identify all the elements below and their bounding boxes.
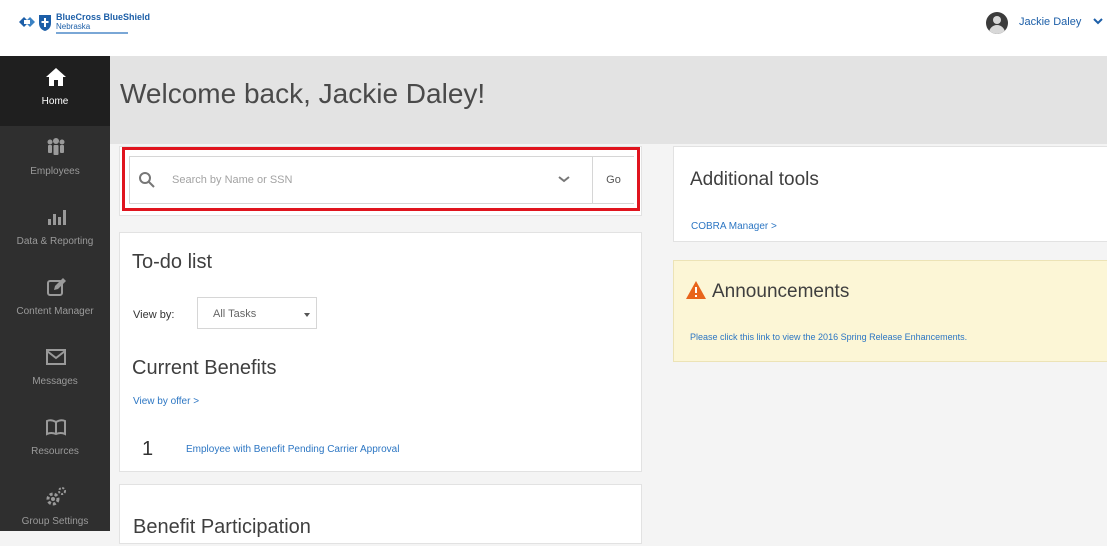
sidebar-item-label: Content Manager xyxy=(16,306,94,317)
benefit-participation-card: Benefit Participation xyxy=(119,484,642,544)
view-by-select[interactable]: All Tasks xyxy=(197,297,317,329)
sidebar-item-resources[interactable]: Resources xyxy=(0,406,110,476)
sidebar-item-label: Data & Reporting xyxy=(16,236,94,247)
avatar xyxy=(986,12,1008,34)
people-icon xyxy=(47,138,65,155)
announcements-card: Announcements Please click this link to … xyxy=(673,260,1107,362)
search-box: Go xyxy=(129,156,634,204)
bar-chart-icon xyxy=(48,210,66,225)
sidebar-item-content-manager[interactable]: Content Manager xyxy=(0,266,110,336)
chevron-down-icon xyxy=(1093,18,1103,25)
pencil-icon xyxy=(47,278,66,296)
caret-down-icon xyxy=(304,313,310,317)
sidebar-item-employees[interactable]: Employees xyxy=(0,126,110,196)
top-bar: BlueCross BlueShield Nebraska Jackie Dal… xyxy=(0,0,1107,56)
go-button[interactable]: Go xyxy=(592,157,634,203)
sidebar-item-data-reporting[interactable]: Data & Reporting xyxy=(0,196,110,266)
warning-icon xyxy=(686,281,706,299)
sidebar-item-label: Group Settings xyxy=(21,516,89,527)
announcements-title: Announcements xyxy=(712,281,850,302)
sidebar-item-home[interactable]: Home xyxy=(0,56,110,126)
pending-count: 1 xyxy=(142,438,154,460)
sidebar: Home Employees Data & Reporting Content … xyxy=(0,56,110,531)
pending-approval-link[interactable]: Employee with Benefit Pending Carrier Ap… xyxy=(186,444,399,455)
search-icon xyxy=(139,172,155,188)
todo-card: To-do list View by: All Tasks Current Be… xyxy=(119,232,642,472)
chevron-down-icon[interactable] xyxy=(558,173,570,185)
brand-tagline-bar xyxy=(56,32,128,34)
benefit-participation-title: Benefit Participation xyxy=(133,516,311,538)
view-by-value: All Tasks xyxy=(213,308,257,320)
search-input[interactable] xyxy=(172,169,552,191)
brand-name: BlueCross BlueShield xyxy=(56,12,151,22)
sidebar-item-label: Home xyxy=(41,96,69,107)
book-icon xyxy=(46,419,66,436)
current-benefits-title: Current Benefits xyxy=(132,357,277,379)
cobra-manager-link[interactable]: COBRA Manager > xyxy=(691,221,777,232)
home-icon xyxy=(46,68,66,86)
sidebar-item-label: Messages xyxy=(32,376,78,387)
announcement-link[interactable]: Please click this link to view the 2016 … xyxy=(690,332,967,342)
envelope-icon xyxy=(46,349,66,365)
view-by-label: View by: xyxy=(133,309,175,321)
additional-tools-title: Additional tools xyxy=(690,169,819,190)
page-header: Welcome back, Jackie Daley! xyxy=(110,56,1107,144)
sidebar-item-group-settings[interactable]: Group Settings xyxy=(0,476,110,546)
bcbs-logo-icon xyxy=(19,15,51,31)
sidebar-item-label: Resources xyxy=(31,446,79,457)
additional-tools-card: Additional tools COBRA Manager > xyxy=(673,146,1107,242)
sidebar-item-label: Employees xyxy=(30,166,80,177)
brand-region: Nebraska xyxy=(56,22,91,31)
page-title: Welcome back, Jackie Daley! xyxy=(120,78,486,109)
gears-icon xyxy=(46,487,66,506)
sidebar-item-messages[interactable]: Messages xyxy=(0,336,110,406)
view-by-offer-link[interactable]: View by offer > xyxy=(133,396,199,407)
todo-title: To-do list xyxy=(132,251,213,273)
brand-logo[interactable]: BlueCross BlueShield Nebraska xyxy=(17,12,187,40)
user-name: Jackie Daley xyxy=(1019,16,1082,28)
